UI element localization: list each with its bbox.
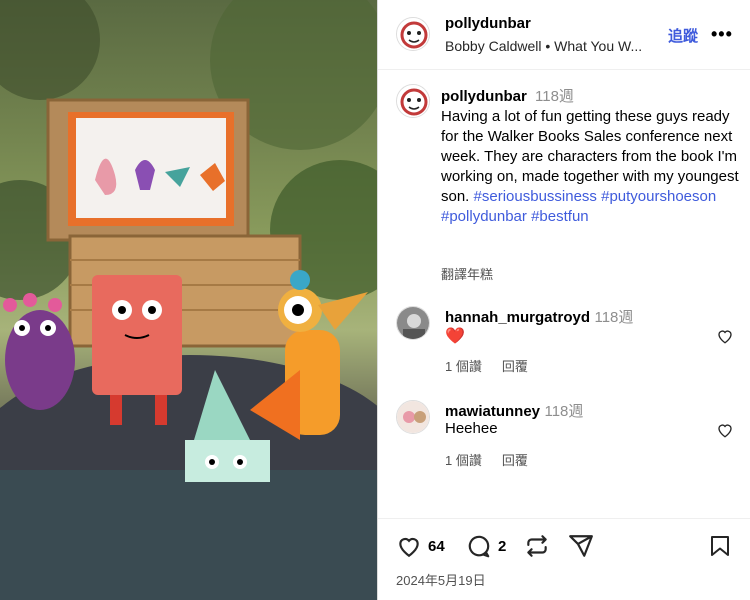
post-actions: 64 2 2024年5月19日: [378, 518, 750, 600]
comment-meta: 1 個讚 回覆: [445, 450, 528, 469]
like-button[interactable]: 64: [396, 533, 445, 559]
more-options-button[interactable]: •••: [711, 24, 733, 45]
caption-time: 118週: [535, 88, 574, 105]
caption-username[interactable]: pollydunbar: [441, 88, 527, 105]
caption-avatar[interactable]: [396, 84, 430, 118]
post-date: 2024年5月19日: [396, 573, 486, 588]
save-icon: [711, 536, 729, 556]
comment-meta: 1 個讚 回覆: [445, 356, 528, 375]
comment-likes[interactable]: 1 個讚: [445, 359, 482, 374]
translate-link[interactable]: 翻譯年糕: [441, 264, 493, 283]
post-caption: pollydunbar 118週 Having a lot of fun get…: [441, 87, 741, 227]
share-icon: [569, 535, 593, 557]
commenter-avatar[interactable]: [396, 400, 430, 434]
comment-button[interactable]: 2: [466, 533, 506, 559]
hashtag-link[interactable]: #bestfun: [531, 208, 589, 225]
heart-icon: [399, 537, 419, 558]
comment-header: hannah_murgatroyd 118週: [445, 306, 633, 327]
post-details-panel: pollydunbar Bobby Caldwell • What You W.…: [377, 0, 750, 600]
hashtag-link[interactable]: #putyourshoeson: [601, 188, 716, 205]
like-comment-icon[interactable]: [716, 327, 734, 345]
audio-track[interactable]: Bobby Caldwell • What You W...: [445, 38, 665, 54]
comment-username[interactable]: hannah_murgatroyd: [445, 309, 590, 326]
photo-illustration: [0, 0, 377, 600]
repost-icon: [527, 535, 547, 557]
reply-button[interactable]: 回覆: [502, 453, 528, 468]
post-header: pollydunbar Bobby Caldwell • What You W.…: [378, 0, 750, 70]
more-icon: •••: [711, 24, 733, 44]
like-comment-icon[interactable]: [716, 421, 734, 439]
share-button[interactable]: [568, 533, 594, 559]
hashtag-link[interactable]: #seriousbussiness: [474, 188, 597, 205]
save-button[interactable]: [708, 533, 732, 559]
author-username[interactable]: pollydunbar: [445, 15, 531, 32]
hashtag-link[interactable]: #pollydunbar: [441, 208, 527, 225]
comment-icon: [468, 535, 490, 558]
commenter-avatar[interactable]: [396, 306, 430, 340]
comment-text: Heehee: [445, 420, 498, 437]
comment-time: 118週: [594, 309, 634, 326]
comment-time: 118週: [544, 403, 584, 420]
reply-button[interactable]: 回覆: [502, 359, 528, 374]
comments-count: 2: [498, 537, 507, 555]
comment-likes[interactable]: 1 個讚: [445, 453, 482, 468]
post-photo[interactable]: [0, 0, 377, 600]
comment-text: ❤️: [445, 328, 465, 345]
comment-username[interactable]: mawiatunney: [445, 403, 540, 420]
author-avatar[interactable]: [396, 17, 430, 51]
comment-header: mawiatunney 118週: [445, 400, 583, 421]
likes-count: 64: [428, 537, 445, 555]
follow-button[interactable]: 追蹤: [668, 25, 698, 46]
repost-button[interactable]: [524, 533, 550, 559]
